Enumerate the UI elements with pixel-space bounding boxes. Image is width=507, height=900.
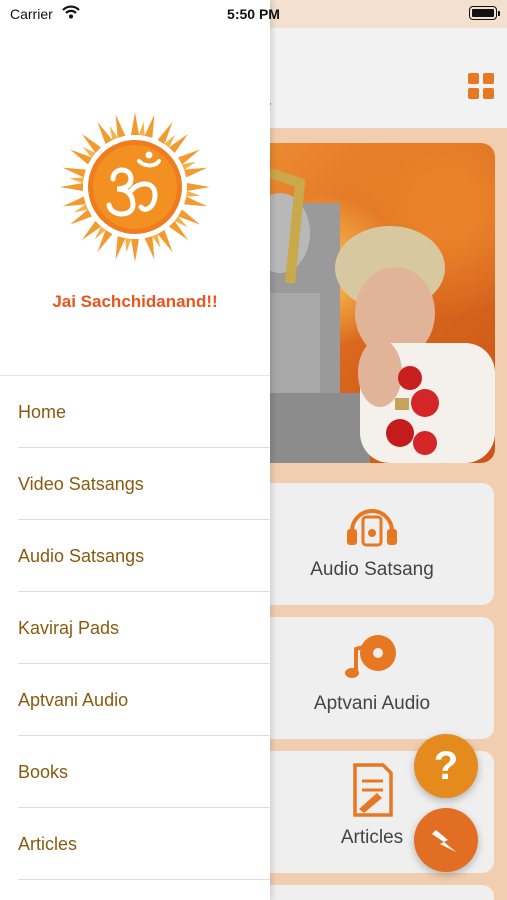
menu-item-books[interactable]: Books xyxy=(0,736,270,808)
menu-item-audio-satsangs[interactable]: Audio Satsangs xyxy=(0,520,270,592)
menu-item-kaviraj-pads[interactable]: Kaviraj Pads xyxy=(0,592,270,664)
card-aptvani-audio[interactable]: Aptvani Audio xyxy=(250,617,494,739)
menu-item-articles[interactable]: Articles xyxy=(0,808,270,880)
menu-item-label: Aptvani Audio xyxy=(18,690,129,710)
battery-icon xyxy=(469,6,500,20)
om-sun-logo xyxy=(60,112,210,262)
drawer-menu: Home Video Satsangs Audio Satsangs Kavir… xyxy=(0,375,270,880)
menu-item-aptvani-audio[interactable]: Aptvani Audio xyxy=(0,664,270,736)
lightning-button[interactable] xyxy=(414,808,478,872)
menu-item-label: Books xyxy=(18,762,69,782)
card-label: Aptvani Audio xyxy=(313,693,431,714)
card-label: Audio Satsang xyxy=(310,559,434,580)
card-next[interactable] xyxy=(250,885,494,900)
lightning-icon xyxy=(432,830,456,852)
menu-item-label: Kaviraj Pads xyxy=(18,618,120,638)
music-disc-icon xyxy=(250,633,494,686)
menu-item-label: Home xyxy=(18,402,67,422)
navigation-drawer: Jai Sachchidanand!! Home Video Satsangs … xyxy=(0,0,270,900)
menu-item-label: Articles xyxy=(18,834,78,854)
menu-item-label: Video Satsangs xyxy=(18,474,144,494)
menu-item-home[interactable]: Home xyxy=(0,376,270,448)
grid-menu-icon[interactable] xyxy=(468,73,494,99)
greeting-text: Jai Sachchidanand!! xyxy=(52,292,218,311)
status-bar: Carrier 5:50 PM xyxy=(0,0,507,28)
card-audio-satsang[interactable]: Audio Satsang xyxy=(250,483,494,605)
menu-item-label: Audio Satsangs xyxy=(18,546,145,566)
menu-item-video-satsangs[interactable]: Video Satsangs xyxy=(0,448,270,520)
clock: 5:50 PM xyxy=(227,6,280,22)
help-button[interactable]: ? xyxy=(414,734,478,798)
headphones-icon xyxy=(250,501,494,554)
hero-image xyxy=(250,143,495,463)
